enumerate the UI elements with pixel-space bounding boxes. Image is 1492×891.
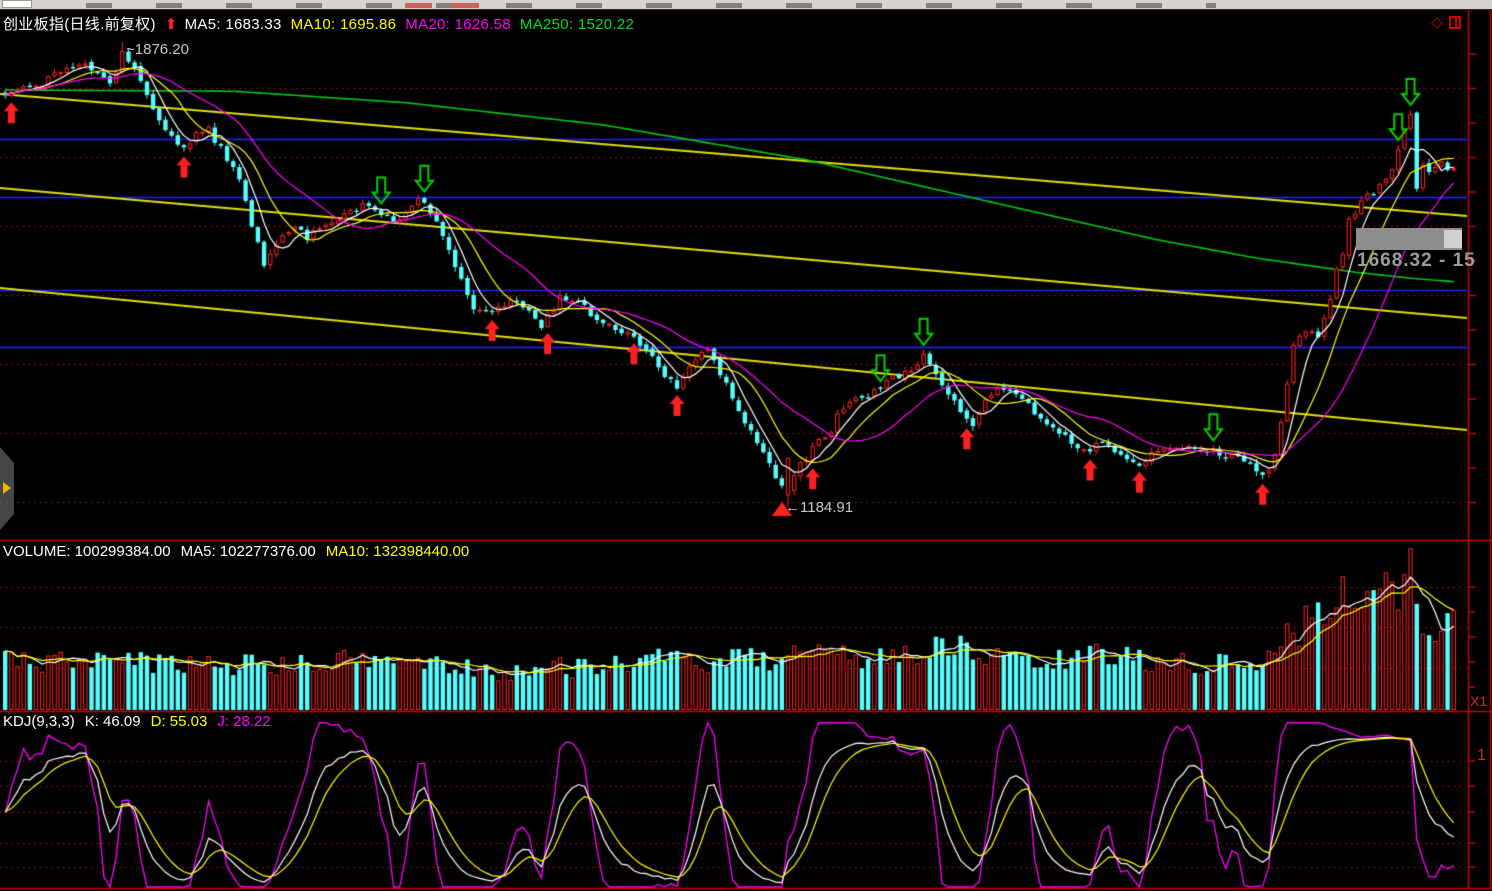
- price-tag-label: 1668.32 - 15: [1357, 250, 1476, 272]
- chart-canvas[interactable]: [0, 0, 1492, 891]
- volume-ma10-value: MA10: 132398440.00: [326, 543, 469, 560]
- kdj-k-value: K: 46.09: [85, 713, 141, 730]
- kdj-panel-header: KDJ(9,3,3) K: 46.09 D: 55.03 J: 28.22: [3, 713, 281, 730]
- menubar-quote-up-fragment: [405, 3, 432, 8]
- ma5-value: MA5: 1683.33: [185, 16, 282, 33]
- split-window-icon[interactable]: [1449, 16, 1461, 29]
- kdj-d-value: D: 55.03: [151, 713, 208, 730]
- kdj-j-value: J: 28.22: [217, 713, 270, 730]
- volume-axis-multiplier: X1: [1470, 693, 1487, 709]
- ma20-value: MA20: 1626.58: [405, 16, 511, 33]
- expand-arrow-icon: [3, 482, 11, 494]
- volume-panel-header: VOLUME: 100299384.00 MA5: 102277376.00 MA1…: [3, 543, 479, 560]
- diamond-icon[interactable]: ◇: [1431, 13, 1443, 31]
- top-menubar[interactable]: [0, 0, 1492, 10]
- ma250-value: MA250: 1520.22: [520, 16, 634, 33]
- price-panel-header: 创业板指(日线.前复权) ⬆ MA5: 1683.33 MA10: 1695.86 MA…: [3, 13, 643, 34]
- peak-price-annotation: ~1876.20: [126, 41, 189, 58]
- volume-ma5-value: MA5: 102277376.00: [181, 543, 316, 560]
- price-up-arrow-icon: ⬆: [165, 16, 178, 33]
- kdj-axis-scale-digit: 1: [1477, 747, 1486, 765]
- price-tag-cap: [1444, 230, 1462, 248]
- menubar-quote-fragment: [452, 3, 479, 8]
- split-window-icon-bar: [1455, 18, 1457, 27]
- trough-price-annotation: ←1184.91: [785, 499, 853, 516]
- menubar-text-fragments: [86, 3, 1216, 8]
- menubar-logo-box[interactable]: [2, 0, 32, 8]
- kdj-name: KDJ(9,3,3): [3, 713, 75, 730]
- stock-chart-window: 创业板指(日线.前复权) ⬆ MA5: 1683.33 MA10: 1695.86 MA…: [0, 0, 1492, 891]
- instrument-title: 创业板指(日线.前复权): [3, 16, 156, 33]
- ma10-value: MA10: 1695.86: [291, 16, 397, 33]
- volume-value: VOLUME: 100299384.00: [3, 543, 171, 560]
